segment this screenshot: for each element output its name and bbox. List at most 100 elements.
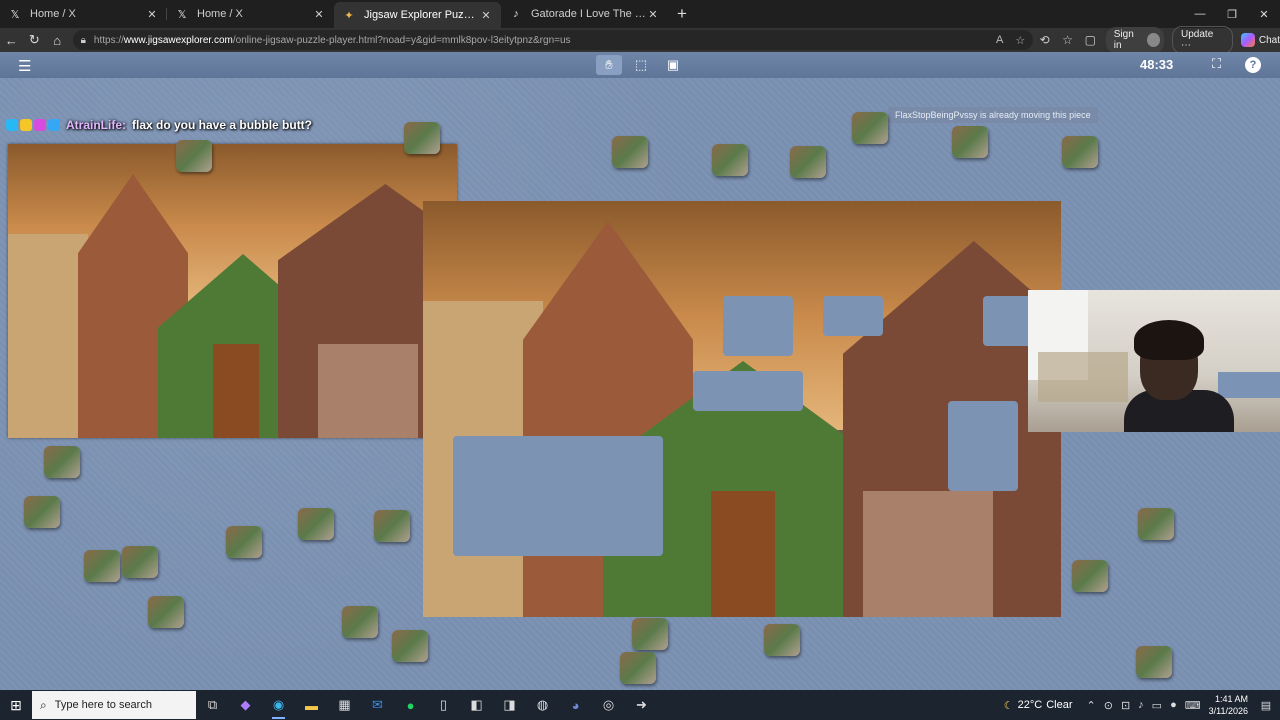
puzzle-board[interactable]: ☰ ✋︎ ⬚ ▣ 48:33 ⛶ ? AtrainLife: flax do y… bbox=[0, 52, 1280, 690]
home-icon[interactable]: ⌂ bbox=[46, 33, 69, 48]
edge-browser-icon[interactable]: ◉ bbox=[262, 690, 295, 720]
extensions-icon[interactable]: ⟲ bbox=[1033, 33, 1056, 47]
webcam-sofa bbox=[1218, 372, 1280, 398]
puzzle-piece[interactable] bbox=[712, 144, 748, 176]
obs-icon[interactable]: ◎ bbox=[592, 690, 625, 720]
copilot-icon bbox=[1240, 33, 1255, 47]
tab-jigsaw-explorer[interactable]: ✦ Jigsaw Explorer Puzzle Player ✕ bbox=[334, 2, 501, 28]
piece-lock-tooltip: FlaxStopBeingPvssy is already moving thi… bbox=[888, 107, 1098, 123]
copilot-taskbar-icon[interactable]: ◆ bbox=[229, 690, 262, 720]
favorites-icon[interactable]: ☆ bbox=[1056, 33, 1079, 47]
puzzle-piece[interactable] bbox=[374, 510, 410, 542]
tray-app-icon[interactable]: ⊙ bbox=[1104, 699, 1113, 712]
missing-region bbox=[723, 296, 793, 356]
menu-icon[interactable]: ☰ bbox=[18, 57, 31, 75]
tab-home-x-2[interactable]: 𝕏 Home / X ✕ bbox=[167, 0, 334, 28]
tab-title: Home / X bbox=[197, 8, 243, 20]
puzzle-piece[interactable] bbox=[176, 140, 212, 172]
puzzle-piece[interactable] bbox=[1062, 136, 1098, 168]
favorite-star-icon[interactable]: ☆ bbox=[1015, 34, 1025, 47]
read-aloud-icon[interactable]: A bbox=[996, 34, 1003, 47]
store-icon[interactable]: ▦ bbox=[328, 690, 361, 720]
collections-icon[interactable]: ▢ bbox=[1079, 33, 1102, 47]
puzzle-piece[interactable] bbox=[84, 550, 120, 582]
app-icon[interactable]: ➜ bbox=[625, 690, 658, 720]
puzzle-piece[interactable] bbox=[44, 446, 80, 478]
tray-app-icon[interactable]: ⊡ bbox=[1121, 699, 1130, 712]
task-view-icon[interactable]: ⧉ bbox=[196, 690, 229, 720]
copilot-chat-button[interactable]: Chat bbox=[1240, 33, 1280, 47]
search-icon: ⌕ bbox=[40, 697, 47, 712]
lock-icon: 🔒︎ bbox=[80, 34, 86, 46]
minimize-icon[interactable]: — bbox=[1184, 0, 1216, 28]
puzzle-piece[interactable] bbox=[1138, 508, 1174, 540]
taskbar-search-input[interactable]: ⌕ Type here to search bbox=[32, 691, 196, 719]
tab-title: Gatorade I Love The Way It Tastes bbox=[531, 8, 646, 20]
puzzle-piece[interactable] bbox=[226, 526, 262, 558]
new-tab-button[interactable]: + bbox=[668, 0, 696, 28]
puzzle-piece[interactable] bbox=[1136, 646, 1172, 678]
app-icon[interactable]: ◧ bbox=[460, 690, 493, 720]
microphone-icon[interactable]: ● bbox=[1170, 699, 1177, 711]
language-icon[interactable]: ⌨ bbox=[1185, 699, 1201, 712]
puzzle-piece[interactable] bbox=[148, 596, 184, 628]
close-tab-icon[interactable]: ✕ bbox=[479, 9, 493, 22]
close-window-icon[interactable]: ✕ bbox=[1248, 0, 1280, 28]
app-icon[interactable]: ◍ bbox=[526, 690, 559, 720]
puzzle-piece[interactable] bbox=[404, 122, 440, 154]
url-field[interactable]: 🔒︎ https://www.jigsawexplorer.com/online… bbox=[72, 30, 1034, 50]
tray-chevron-icon[interactable]: ⌃ bbox=[1087, 699, 1096, 712]
app-icon[interactable]: ◨ bbox=[493, 690, 526, 720]
webcam-person-hair bbox=[1134, 320, 1204, 360]
puzzle-piece[interactable] bbox=[122, 546, 158, 578]
x-logo-icon: 𝕏 bbox=[177, 8, 187, 21]
discord-icon[interactable]: ◕ bbox=[559, 690, 592, 720]
notepad-icon[interactable]: ▯ bbox=[427, 690, 460, 720]
puzzle-piece[interactable] bbox=[852, 112, 888, 144]
notification-icon[interactable]: ▤ bbox=[1256, 699, 1276, 712]
puzzle-piece[interactable] bbox=[24, 496, 60, 528]
puzzle-piece[interactable] bbox=[612, 136, 648, 168]
puzzle-piece[interactable] bbox=[952, 126, 988, 158]
weather-widget[interactable]: ☾ 22°C Clear bbox=[1004, 699, 1073, 712]
help-icon[interactable]: ? bbox=[1245, 57, 1261, 73]
puzzle-piece[interactable] bbox=[620, 652, 656, 684]
close-tab-icon[interactable]: ✕ bbox=[312, 8, 326, 21]
puzzle-piece[interactable] bbox=[632, 618, 668, 650]
sign-in-label: Sign in bbox=[1113, 29, 1134, 51]
puzzle-piece[interactable] bbox=[298, 508, 334, 540]
puzzle-piece[interactable] bbox=[392, 630, 428, 662]
sign-in-button[interactable]: Sign in bbox=[1105, 27, 1165, 53]
volume-icon[interactable]: ♪ bbox=[1138, 699, 1144, 711]
preview-image-icon[interactable]: ▣ bbox=[660, 55, 686, 75]
taskbar-clock[interactable]: 1:41 AM 3/11/2026 bbox=[1209, 693, 1248, 717]
edge-pieces-icon[interactable]: ⬚ bbox=[628, 55, 654, 75]
puzzle-piece[interactable] bbox=[764, 624, 800, 656]
preview-image[interactable] bbox=[8, 144, 457, 438]
chat-label: Chat bbox=[1258, 34, 1280, 46]
outlook-icon[interactable]: ✉ bbox=[361, 690, 394, 720]
system-tray: ⌃ ⊙ ⊡ ♪ ▭ ● ⌨ bbox=[1087, 699, 1201, 712]
puzzle-icon: ✦ bbox=[344, 9, 354, 22]
spotify-icon[interactable]: ● bbox=[394, 690, 427, 720]
back-icon[interactable]: ← bbox=[0, 33, 23, 48]
refresh-icon[interactable]: ↻ bbox=[23, 32, 46, 48]
close-tab-icon[interactable]: ✕ bbox=[145, 8, 159, 21]
puzzle-piece[interactable] bbox=[790, 146, 826, 178]
windows-start-icon[interactable]: ⊞ bbox=[0, 697, 32, 714]
pan-hand-icon[interactable]: ✋︎ bbox=[596, 55, 622, 75]
file-explorer-icon[interactable]: ▬ bbox=[295, 690, 328, 720]
fullscreen-icon[interactable]: ⛶ bbox=[1212, 56, 1221, 72]
tab-home-x-1[interactable]: 𝕏 Home / X ✕ bbox=[0, 0, 167, 28]
tab-gatorade[interactable]: ♪ Gatorade I Love The Way It Tastes ✕ bbox=[501, 0, 668, 28]
restore-icon[interactable]: ❐ bbox=[1216, 0, 1248, 28]
browser-tab-strip: 𝕏 Home / X ✕ 𝕏 Home / X ✕ ✦ Jigsaw Explo… bbox=[0, 0, 1280, 28]
close-tab-icon[interactable]: ✕ bbox=[646, 8, 660, 21]
update-button[interactable]: Update ⋯ bbox=[1172, 26, 1233, 54]
puzzle-piece[interactable] bbox=[1072, 560, 1108, 592]
puzzle-piece[interactable] bbox=[342, 606, 378, 638]
network-icon[interactable]: ▭ bbox=[1152, 699, 1162, 712]
url-host: www.jigsawexplorer.com bbox=[123, 34, 233, 46]
tab-title: Home / X bbox=[30, 8, 76, 20]
assembled-puzzle[interactable] bbox=[423, 201, 1061, 617]
